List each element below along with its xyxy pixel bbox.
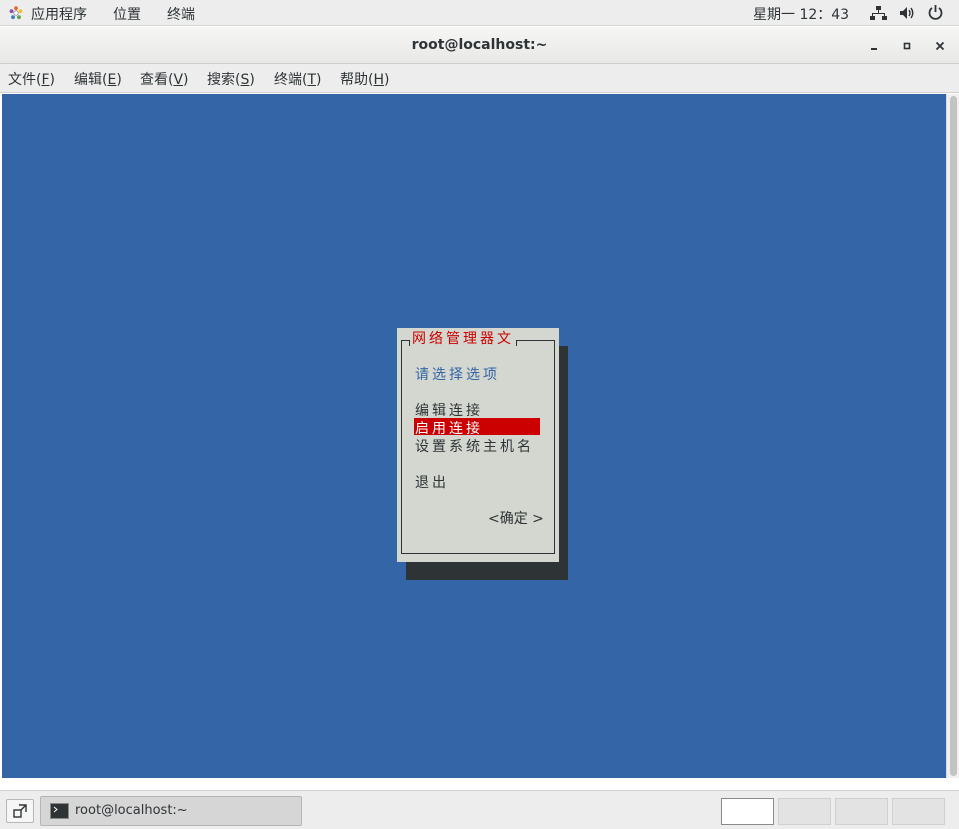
- volume-icon[interactable]: [899, 5, 915, 21]
- workspace-1[interactable]: [721, 798, 774, 825]
- menu-terminal[interactable]: 终端(T): [274, 69, 322, 89]
- terminal-scrollbar[interactable]: [946, 94, 959, 778]
- maximize-button[interactable]: [897, 36, 917, 56]
- bottom-taskbar: root@localhost:~: [0, 790, 959, 829]
- window-title: root@localhost:~: [411, 37, 548, 53]
- window-list-icon: [13, 804, 27, 818]
- scrollbar-thumb[interactable]: [950, 96, 957, 776]
- menu-help[interactable]: 帮助(H): [340, 69, 389, 89]
- option-set-hostname[interactable]: 设置系统主机名: [415, 436, 534, 456]
- ok-button[interactable]: <确定 >: [488, 508, 544, 528]
- close-icon: [935, 41, 945, 51]
- power-icon[interactable]: [927, 4, 944, 21]
- maximize-icon: [903, 42, 911, 50]
- workspace-3[interactable]: [835, 798, 888, 825]
- workspace-2[interactable]: [778, 798, 831, 825]
- clock[interactable]: 星期一 12：43: [753, 4, 849, 24]
- dialog-title: 网络管理器文: [409, 328, 517, 347]
- gnome-foot-icon[interactable]: [9, 6, 23, 20]
- close-button[interactable]: [930, 36, 950, 56]
- menu-search[interactable]: 搜索(S): [207, 69, 255, 89]
- taskbar-window-label: root@localhost:~: [75, 803, 188, 818]
- minimize-icon: [871, 48, 877, 50]
- option-quit[interactable]: 退出: [415, 472, 449, 492]
- window-titlebar[interactable]: root@localhost:~: [0, 27, 959, 64]
- nmtui-dialog: 网络管理器文 请选择选项 编辑连接 启用连接 设置系统主机名 退出 <确定 >: [397, 328, 559, 562]
- applications-menu[interactable]: 应用程序: [31, 4, 87, 24]
- workspace-4[interactable]: [892, 798, 945, 825]
- option-edit-connection[interactable]: 编辑连接: [415, 400, 483, 420]
- menu-edit[interactable]: 编辑(E): [74, 69, 122, 89]
- taskbar-terminal-window[interactable]: root@localhost:~: [40, 796, 302, 826]
- terminal-prompt-glyph: [53, 806, 58, 813]
- places-menu[interactable]: 位置: [113, 4, 141, 24]
- dialog-prompt: 请选择选项: [415, 367, 500, 383]
- show-desktop-button[interactable]: [6, 799, 34, 823]
- terminal-app-menu[interactable]: 终端: [167, 4, 195, 24]
- menu-file[interactable]: 文件(F): [8, 69, 55, 89]
- terminal-icon: [50, 803, 69, 819]
- menu-view[interactable]: 查看(V): [140, 69, 189, 89]
- option-activate-connection[interactable]: 启用连接: [414, 418, 540, 437]
- minimize-button[interactable]: [864, 36, 884, 56]
- menubar: 文件(F) 编辑(E) 查看(V) 搜索(S) 终端(T) 帮助(H): [0, 64, 959, 93]
- network-icon[interactable]: [870, 5, 887, 21]
- top-panel: 应用程序 位置 终端 星期一 12：43: [0, 0, 959, 26]
